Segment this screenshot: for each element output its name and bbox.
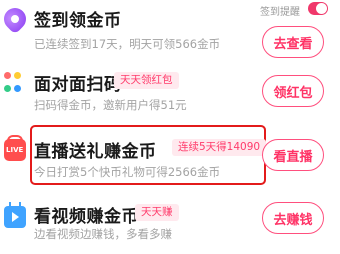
task-title: 直播送礼赚金币 bbox=[34, 142, 157, 162]
task-description: 扫码得金币，邀新用户得51元 bbox=[34, 98, 187, 112]
task-description: 已连续签到17天，明天可领566金币 bbox=[34, 37, 221, 51]
task-title: 看视频赚金币 bbox=[34, 207, 139, 227]
get-red-packet-button[interactable]: 领红包 bbox=[262, 75, 324, 107]
task-live-gift: LIVE 直播送礼赚金币 连续5天得14090 今日打赏5个快币礼物可得2566… bbox=[0, 131, 340, 189]
view-button[interactable]: 去查看 bbox=[262, 26, 324, 58]
task-description: 今日打赏5个快币礼物可得2566金币 bbox=[34, 165, 221, 179]
task-tag: 连续5天得14090 bbox=[172, 139, 267, 156]
task-description: 边看视频边赚钱，多看多赚 bbox=[34, 227, 172, 241]
task-tag: 天天赚 bbox=[135, 204, 179, 221]
earn-money-button[interactable]: 去赚钱 bbox=[262, 202, 324, 234]
task-watch-video: 看视频赚金币 天天赚 边看视频边赚钱，多看多赚 去赚钱 bbox=[0, 196, 340, 254]
live-icon: LIVE bbox=[4, 135, 26, 161]
sign-in-icon bbox=[0, 3, 31, 35]
task-title: 面对面扫码 bbox=[34, 75, 122, 95]
video-icon bbox=[4, 206, 26, 228]
task-face-to-face-scan: 面对面扫码 天天领红包 扫码得金币，邀新用户得51元 领红包 bbox=[0, 64, 340, 122]
watch-live-button[interactable]: 看直播 bbox=[262, 139, 324, 171]
task-sign-in: 签到领金币 已连续签到17天，明天可领566金币 去查看 bbox=[0, 0, 340, 58]
scan-icon bbox=[4, 72, 26, 94]
task-tag: 天天领红包 bbox=[114, 72, 179, 89]
task-title: 签到领金币 bbox=[34, 11, 122, 31]
